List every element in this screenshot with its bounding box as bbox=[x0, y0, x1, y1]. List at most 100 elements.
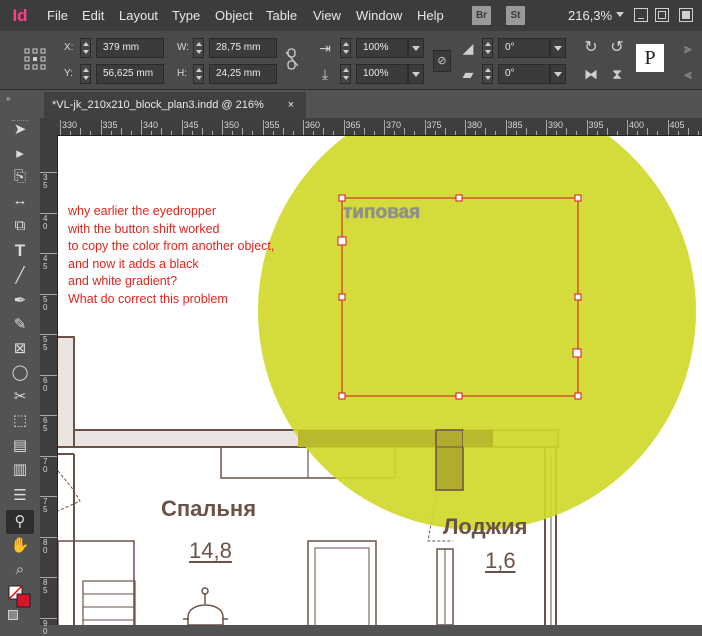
zoom-dropdown-icon[interactable] bbox=[616, 12, 624, 17]
zoom-tool-icon[interactable]: ⌕ bbox=[8, 559, 32, 581]
ellipse-tool-icon[interactable]: ◯ bbox=[8, 362, 32, 384]
ruler-v-tick bbox=[40, 374, 57, 376]
ruler-h-tick bbox=[222, 120, 223, 135]
ruler-h-label: 340 bbox=[143, 120, 159, 130]
ruler-h-minor-tick bbox=[394, 131, 396, 135]
menu-type[interactable]: Type bbox=[172, 0, 200, 31]
distribute-bottom-icon[interactable]: ⫷ bbox=[680, 64, 696, 84]
zoom-level[interactable]: 216,3% bbox=[568, 0, 612, 31]
page-tool-icon[interactable]: ⎘ bbox=[8, 166, 32, 188]
close-tab-icon[interactable]: × bbox=[288, 92, 294, 118]
restore-icon[interactable] bbox=[655, 8, 669, 22]
menu-layout[interactable]: Layout bbox=[119, 0, 158, 31]
frame-text[interactable]: типовая bbox=[343, 202, 420, 224]
collapse-panels-icon[interactable]: » bbox=[6, 94, 10, 103]
ruler-h-label: 335 bbox=[102, 120, 118, 130]
ruler-v-label: 9 0 bbox=[43, 618, 48, 636]
rotate-dropdown[interactable] bbox=[550, 38, 566, 58]
fill-stroke-icon[interactable] bbox=[8, 585, 34, 611]
menu-file[interactable]: File bbox=[47, 0, 68, 31]
scale-y-dropdown[interactable] bbox=[408, 64, 424, 84]
ruler-h-label: 365 bbox=[345, 120, 361, 130]
y-stepper[interactable] bbox=[80, 64, 91, 84]
scissors-tool-icon[interactable]: ✂ bbox=[8, 386, 32, 408]
w-stepper[interactable] bbox=[193, 38, 204, 58]
rotate-stepper[interactable] bbox=[482, 38, 493, 58]
x-stepper[interactable] bbox=[80, 38, 91, 58]
distribute-top-icon[interactable]: ⫸ bbox=[680, 38, 696, 58]
hand-tool-icon[interactable]: ✋ bbox=[8, 535, 32, 557]
ruler-h-minor-tick bbox=[495, 131, 497, 135]
ruler-h-label: 355 bbox=[264, 120, 280, 130]
w-field[interactable]: 28,75 mm bbox=[209, 38, 277, 58]
minimize-icon[interactable] bbox=[634, 8, 648, 22]
gradient-swatch-tool-icon[interactable]: ▤ bbox=[8, 435, 32, 457]
ruler-origin[interactable] bbox=[40, 118, 57, 135]
type-tool-icon[interactable]: T bbox=[8, 240, 32, 262]
menu-table[interactable]: Table bbox=[266, 0, 297, 31]
menu-edit[interactable]: Edit bbox=[82, 0, 104, 31]
pen-tool-icon[interactable]: ✒ bbox=[8, 290, 32, 312]
document-tab[interactable]: *VL-jk_210x210_block_plan3.indd @ 216% × bbox=[44, 92, 306, 118]
ruler-h-minor-tick bbox=[434, 131, 436, 135]
ruler-v-label: 7 5 bbox=[43, 497, 48, 514]
rotate-ccw-icon[interactable]: ↺ bbox=[608, 38, 626, 58]
x-field[interactable]: 379 mm bbox=[96, 38, 164, 58]
indesign-logo: Id bbox=[0, 0, 40, 31]
gap-tool-icon[interactable]: ↔ bbox=[8, 190, 32, 212]
flip-vertical-icon[interactable]: ⧗ bbox=[608, 64, 626, 84]
ruler-h-minor-tick bbox=[616, 131, 618, 135]
close-window-icon[interactable] bbox=[679, 8, 693, 22]
ruler-h-minor-tick bbox=[606, 128, 608, 135]
scale-x-stepper[interactable] bbox=[340, 38, 351, 58]
rectangle-frame-tool-icon[interactable]: ⊠ bbox=[8, 338, 32, 360]
flip-horizontal-icon[interactable]: ⧓ bbox=[582, 64, 600, 84]
shear-field[interactable]: 0° bbox=[498, 64, 550, 84]
menu-object[interactable]: Object bbox=[215, 0, 253, 31]
y-label: Y: bbox=[64, 68, 73, 79]
direct-selection-tool-icon[interactable]: ▸ bbox=[8, 143, 32, 165]
scale-y-field[interactable]: 100% bbox=[356, 64, 408, 84]
shear-stepper[interactable] bbox=[482, 64, 493, 84]
ruler-h-tick bbox=[181, 120, 183, 135]
line-tool-icon[interactable]: ╱ bbox=[8, 265, 32, 287]
ruler-h-minor-tick bbox=[525, 128, 527, 135]
ruler-h-minor-tick bbox=[556, 131, 558, 135]
scale-x-field[interactable]: 100% bbox=[356, 38, 408, 58]
annotation-line: and white gradient? bbox=[68, 274, 178, 288]
scale-y-stepper[interactable] bbox=[340, 64, 351, 84]
scale-link-icon[interactable]: ⊘ bbox=[433, 50, 451, 72]
h-field[interactable]: 24,25 mm bbox=[209, 64, 277, 84]
pencil-tool-icon[interactable]: ✎ bbox=[8, 314, 32, 336]
ruler-h-minor-tick bbox=[292, 131, 294, 135]
menu-help[interactable]: Help bbox=[417, 0, 444, 31]
lime-circle[interactable] bbox=[258, 136, 696, 530]
menu-view[interactable]: View bbox=[313, 0, 341, 31]
stock-button[interactable]: St bbox=[506, 6, 525, 25]
ruler-h-minor-tick bbox=[333, 131, 335, 135]
bridge-button[interactable]: Br bbox=[472, 6, 491, 25]
h-stepper[interactable] bbox=[193, 64, 204, 84]
ruler-v-tick bbox=[40, 334, 57, 335]
default-colors-icon[interactable] bbox=[8, 610, 18, 620]
room-area-bedroom: 14,8 bbox=[189, 538, 232, 563]
content-collector-icon[interactable]: ⧉ bbox=[8, 215, 32, 237]
ruler-h-minor-tick bbox=[515, 131, 517, 135]
y-field[interactable]: 56,625 mm bbox=[96, 64, 164, 84]
constrain-proportions-icon[interactable] bbox=[285, 48, 299, 70]
ruler-h-minor-tick bbox=[252, 131, 254, 135]
shear-dropdown[interactable] bbox=[550, 64, 566, 84]
ruler-h-tick bbox=[465, 120, 466, 135]
room-label-loggia: Лоджия bbox=[443, 514, 528, 539]
free-transform-tool-icon[interactable]: ⬚ bbox=[8, 410, 32, 432]
gradient-feather-tool-icon[interactable]: ▥ bbox=[8, 459, 32, 481]
rotate-cw-icon[interactable]: ↻ bbox=[582, 38, 600, 58]
eyedropper-tool-icon[interactable]: ⚲ bbox=[8, 511, 32, 533]
rotate-field[interactable]: 0° bbox=[498, 38, 550, 58]
menu-window[interactable]: Window bbox=[356, 0, 402, 31]
selection-tool-icon[interactable]: ➤ bbox=[8, 119, 32, 141]
ruler-h-minor-tick bbox=[232, 131, 234, 135]
reference-point-icon[interactable] bbox=[22, 46, 48, 72]
note-tool-icon[interactable]: ☰ bbox=[8, 485, 32, 507]
scale-x-dropdown[interactable] bbox=[408, 38, 424, 58]
